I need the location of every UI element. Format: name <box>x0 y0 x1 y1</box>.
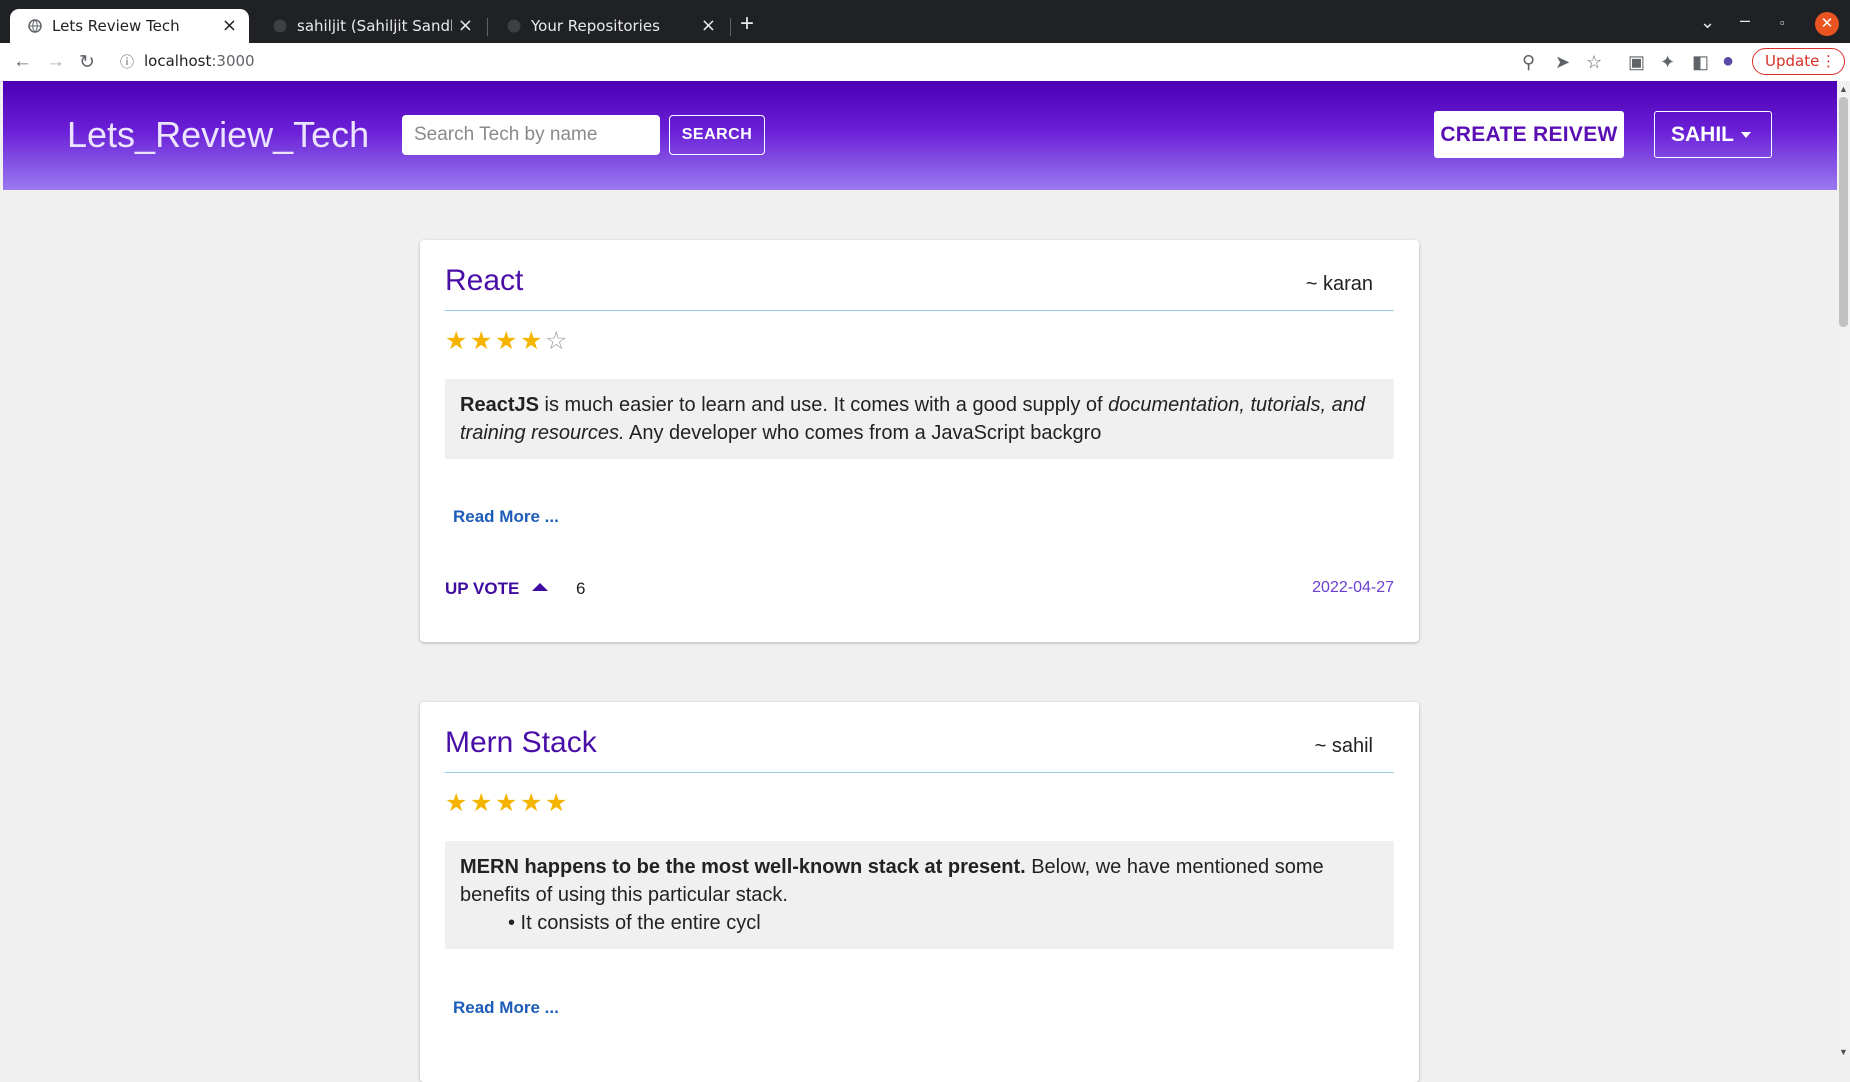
restore-icon[interactable]: ▫ <box>1780 15 1785 30</box>
read-more-link[interactable]: Read More ... <box>453 507 559 527</box>
close-icon[interactable]: × <box>701 17 716 35</box>
star-filled-icon: ★ <box>470 327 493 355</box>
profile-avatar-icon[interactable]: ● <box>1722 50 1734 73</box>
tab-title: Lets Review Tech <box>52 17 180 35</box>
review-excerpt: MERN happens to be the most well-known s… <box>445 841 1394 949</box>
tab-search-chevron-icon[interactable]: ⌄ <box>1700 12 1715 33</box>
more-menu-icon[interactable]: ⋮ <box>1821 49 1836 74</box>
star-filled-icon: ★ <box>445 327 468 355</box>
review-author: ~ karan <box>1305 273 1373 295</box>
user-name: SAHIL <box>1671 122 1734 146</box>
excerpt-text: is much easier to learn and use. It come… <box>538 394 1109 416</box>
forward-arrow-icon[interactable]: → <box>46 51 65 73</box>
url-port: :3000 <box>211 52 255 70</box>
star-rating: ★ ★ ★ ★ ☆ <box>445 326 570 356</box>
reload-icon[interactable]: ↻ <box>79 51 95 74</box>
review-title[interactable]: React <box>445 264 523 298</box>
puzzle-icon[interactable]: ✦ <box>1660 52 1675 73</box>
read-more-link[interactable]: Read More ... <box>453 998 559 1018</box>
upvote-button[interactable]: UP VOTE <box>445 579 519 599</box>
review-title[interactable]: Mern Stack <box>445 726 597 760</box>
star-filled-icon: ★ <box>545 789 568 817</box>
scroll-up-arrow-icon[interactable]: ▲ <box>1839 84 1848 94</box>
star-filled-icon: ★ <box>470 789 493 817</box>
review-excerpt: ReactJS is much easier to learn and use.… <box>445 379 1394 459</box>
new-tab-icon[interactable]: + <box>740 12 754 36</box>
minimize-icon[interactable]: – <box>1740 10 1750 31</box>
caret-down-icon <box>1741 132 1751 138</box>
app-navbar: Lets_Review_Tech SEARCH CREATE REIVEW SA… <box>3 81 1837 190</box>
tab-lets-review-tech[interactable]: Lets Review Tech × <box>10 9 249 43</box>
send-icon[interactable]: ➤ <box>1555 52 1570 73</box>
excerpt-bold: MERN happens to be the most well-known s… <box>460 856 1026 878</box>
url-host: localhost <box>144 52 212 70</box>
bookmark-star-icon[interactable]: ☆ <box>1586 52 1602 73</box>
star-rating: ★ ★ ★ ★ ★ <box>445 788 570 818</box>
tab-title: Your Repositories <box>531 17 660 35</box>
star-filled-icon: ★ <box>495 789 518 817</box>
address-bar[interactable]: localhost:3000 <box>144 52 255 70</box>
tab-separator <box>730 18 731 36</box>
search-input[interactable] <box>402 115 660 155</box>
star-filled-icon: ★ <box>495 327 518 355</box>
update-label: Update <box>1765 52 1820 70</box>
star-filled-icon: ★ <box>520 789 543 817</box>
star-empty-icon: ☆ <box>545 327 568 355</box>
star-filled-icon: ★ <box>445 789 468 817</box>
tab-sahiljit-github[interactable]: sahiljit (Sahiljit Sandhu) × <box>255 9 485 43</box>
user-menu-button[interactable]: SAHIL <box>1654 111 1772 158</box>
review-card: Mern Stack ~ sahil ★ ★ ★ ★ ★ MERN happens to… <box>420 702 1419 1082</box>
vote-count: 6 <box>576 579 586 598</box>
search-button[interactable]: SEARCH <box>669 115 765 155</box>
browser-toolbar: ← → ↻ ⓘ localhost:3000 ⚲ ➤ ☆ ▣ ✦ ◧ ● Upd… <box>0 43 1850 82</box>
review-card: React ~ karan ★ ★ ★ ★ ☆ ReactJS is much easi… <box>420 240 1419 642</box>
star-filled-icon: ★ <box>520 327 543 355</box>
close-icon[interactable]: × <box>222 17 237 35</box>
tab-your-repositories[interactable]: Your Repositories × <box>489 9 728 43</box>
window-close-icon[interactable]: ✕ <box>1815 12 1839 36</box>
excerpt-bullet: • It consists of the entire cycl <box>508 912 761 934</box>
brand-logo[interactable]: Lets_Review_Tech <box>67 114 369 156</box>
site-info-icon[interactable]: ⓘ <box>120 52 134 72</box>
tab-title: sahiljit (Sahiljit Sandhu) <box>297 17 452 35</box>
github-icon <box>507 19 521 33</box>
github-icon <box>273 19 287 33</box>
caret-up-icon[interactable] <box>532 583 548 591</box>
side-panel-icon[interactable]: ◧ <box>1692 52 1709 73</box>
excerpt-text: Any developer who comes from a JavaScrip… <box>624 422 1102 444</box>
scrollbar-thumb[interactable] <box>1839 97 1848 327</box>
create-review-button[interactable]: CREATE REIVEW <box>1434 111 1624 158</box>
divider <box>445 310 1394 311</box>
excerpt-bold: ReactJS <box>460 394 539 416</box>
close-icon[interactable]: × <box>458 17 473 35</box>
update-button[interactable]: Update ⋮ <box>1752 48 1845 75</box>
review-author: ~ sahil <box>1314 735 1373 757</box>
extension-icon[interactable]: ▣ <box>1628 52 1645 73</box>
review-date: 2022-04-27 <box>1312 579 1394 596</box>
globe-icon <box>28 19 42 33</box>
scroll-down-arrow-icon[interactable]: ▼ <box>1839 1047 1848 1057</box>
browser-tab-bar: Lets Review Tech × sahiljit (Sahiljit Sa… <box>0 0 1850 43</box>
divider <box>445 772 1394 773</box>
back-arrow-icon[interactable]: ← <box>13 51 32 73</box>
tab-separator <box>487 18 488 36</box>
zoom-icon[interactable]: ⚲ <box>1522 52 1535 73</box>
